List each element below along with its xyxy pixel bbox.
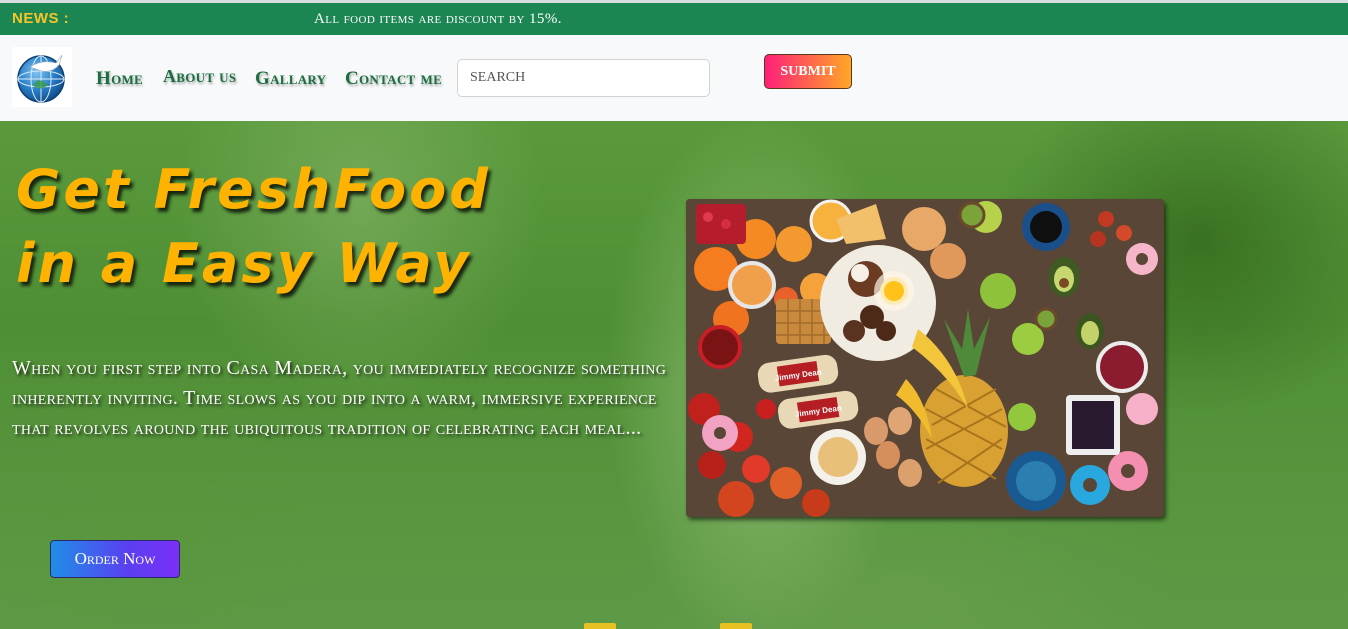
- decorative-shape: [584, 623, 616, 629]
- submit-button[interactable]: SUBMIT: [764, 54, 852, 89]
- nav-gallery-link[interactable]: Gallary: [255, 68, 326, 90]
- order-now-button[interactable]: Order Now: [50, 540, 180, 578]
- decorative-shape: [720, 623, 752, 629]
- hero-section: Get FreshFood in a Easy Way When you fir…: [0, 121, 1348, 629]
- hero-headline-line-1: Get FreshFood: [16, 158, 491, 221]
- news-ticker-text: All food items are discount by 15%.: [314, 11, 562, 27]
- fresh-food-spread-image: Jimmy Dean Jimmy Dean: [686, 199, 1164, 517]
- nav-contact-link[interactable]: Contact me: [345, 68, 442, 90]
- nav-home-link[interactable]: Home: [96, 68, 143, 90]
- globe-logo-icon[interactable]: [12, 47, 72, 107]
- hero-headline-line-2: in a Easy Way: [16, 232, 472, 295]
- news-bar: NEWS : All food items are discount by 15…: [0, 0, 1348, 35]
- hero-description: When you first step into Casa Madera, yo…: [12, 357, 667, 439]
- news-label: NEWS :: [12, 10, 70, 27]
- nav-about-link[interactable]: About us: [163, 66, 236, 87]
- search-input[interactable]: [457, 59, 710, 97]
- navbar: Home About us Gallary Contact me SUBMIT: [0, 35, 1348, 121]
- hero-headline: Get FreshFood in a Easy Way: [16, 153, 491, 301]
